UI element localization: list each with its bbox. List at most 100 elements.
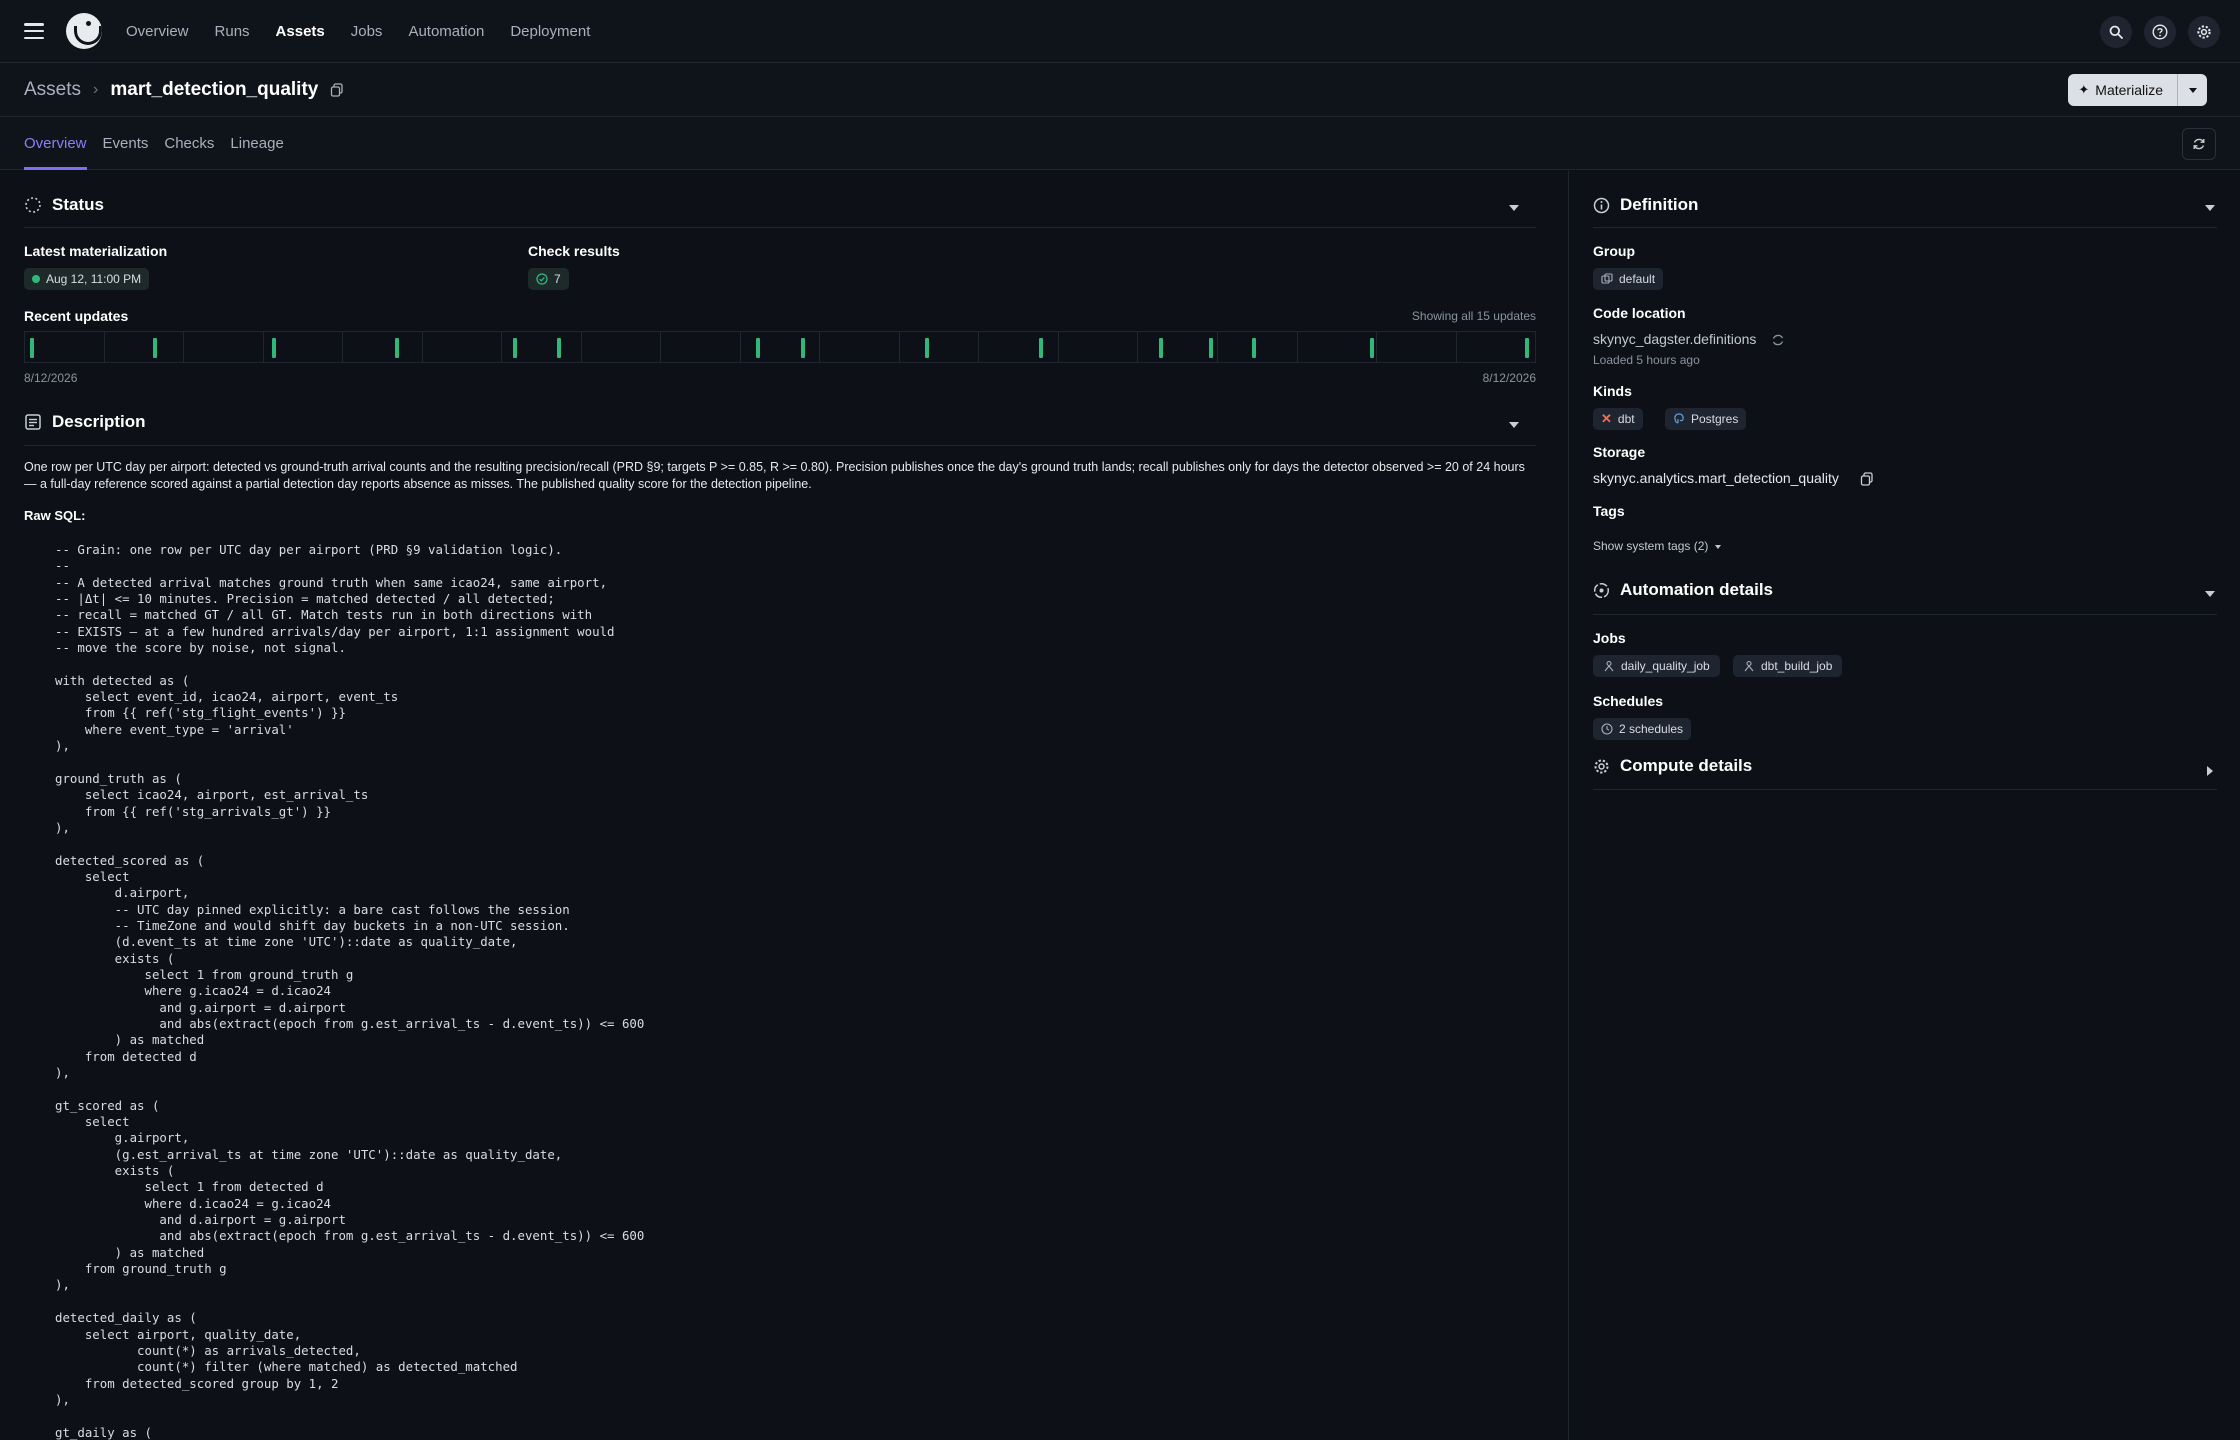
divider [1593, 227, 2217, 228]
timeline-cell [105, 332, 185, 362]
timeline-cell [1377, 332, 1457, 362]
nav-deployment[interactable]: Deployment [510, 23, 590, 40]
refresh-icon[interactable] [2182, 128, 2216, 160]
automation-section-header[interactable]: Automation details [1593, 580, 1773, 600]
update-tick[interactable] [924, 338, 929, 358]
description-title: Description [52, 412, 146, 431]
update-tick[interactable] [395, 338, 400, 358]
check-results-badge[interactable]: 7 [528, 268, 569, 290]
search-icon[interactable] [2100, 16, 2132, 48]
chevron-down-icon[interactable] [2205, 205, 2215, 211]
timeline-cell [900, 332, 980, 362]
update-tick[interactable] [152, 338, 157, 358]
latest-materialization-badge[interactable]: Aug 12, 11:00 PM [24, 268, 150, 290]
check-circle-icon [536, 273, 548, 285]
materialize-button[interactable]: ✦ Materialize [2068, 74, 2177, 106]
nav-runs[interactable]: Runs [215, 23, 250, 40]
timeline-cell [661, 332, 761, 362]
copy-icon[interactable] [1860, 472, 1874, 486]
showing-updates-text: Showing all 15 updates [1411, 309, 1536, 323]
recent-updates-label: Recent updates [24, 308, 129, 324]
nav-overview[interactable]: Overview [126, 23, 189, 40]
raw-sql-code: -- Grain: one row per UTC day per airpor… [55, 542, 645, 1440]
show-system-tags-text: Show system tags (2) [1593, 539, 1709, 553]
storage-label: Storage [1593, 444, 1646, 460]
nav-jobs[interactable]: Jobs [351, 23, 383, 40]
tab-overview[interactable]: Overview [24, 117, 87, 170]
nav-assets[interactable]: Assets [276, 23, 325, 40]
description-section-header[interactable]: Description [24, 412, 146, 432]
automation-title: Automation details [1620, 580, 1774, 599]
settings-gear-icon[interactable] [2188, 16, 2220, 48]
help-icon[interactable] [2144, 16, 2176, 48]
timeline-cell [820, 332, 900, 362]
update-tick[interactable] [1369, 338, 1374, 358]
top-navigation: Overview Runs Assets Jobs Automation Dep… [0, 0, 2240, 63]
update-tick[interactable] [1209, 338, 1214, 358]
nav-automation[interactable]: Automation [408, 23, 484, 40]
definition-title: Definition [1620, 195, 1699, 214]
divider [24, 227, 1536, 228]
menu-icon[interactable] [24, 23, 44, 39]
tab-lineage[interactable]: Lineage [230, 117, 283, 170]
main-content: Status Latest materialization Aug 12, 11… [0, 171, 1568, 1440]
definition-section-header[interactable]: Definition [1593, 195, 1698, 215]
timeline-cell [741, 332, 821, 362]
reload-icon[interactable] [1771, 333, 1785, 347]
jobs-label: Jobs [1593, 630, 1626, 646]
dagster-logo[interactable] [66, 13, 102, 49]
timeline-cell [979, 332, 1059, 362]
chevron-down-icon[interactable] [1509, 205, 1519, 211]
divider [24, 445, 1536, 446]
kind-tag-postgres[interactable]: Postgres [1665, 408, 1747, 430]
update-tick[interactable] [557, 338, 562, 358]
timeline-cell [184, 332, 264, 362]
schedules-tag[interactable]: 2 schedules [1593, 718, 1692, 740]
description-text: One row per UTC day per airport: detecte… [24, 460, 1525, 491]
job-daily-quality: daily_quality_job [1621, 659, 1710, 673]
loaded-time: Loaded 5 hours ago [1593, 353, 1700, 367]
chevron-down-icon[interactable] [1509, 422, 1519, 428]
copy-icon[interactable] [330, 82, 344, 97]
dbt-icon: ✕ [1601, 411, 1612, 426]
definition-sidebar: Definition Group default Code location s… [1568, 171, 2240, 1440]
latest-materialization-value: Aug 12, 11:00 PM [46, 272, 142, 286]
update-tick[interactable] [1524, 338, 1529, 358]
update-tick[interactable] [30, 338, 34, 358]
update-tick[interactable] [1251, 338, 1256, 358]
tab-checks[interactable]: Checks [164, 117, 214, 170]
tab-events[interactable]: Events [103, 117, 149, 170]
raw-sql-label: Raw SQL: [24, 508, 86, 523]
group-value: default [1619, 272, 1656, 286]
materialize-dropdown-button[interactable] [2177, 74, 2207, 106]
nav-links: Overview Runs Assets Jobs Automation Dep… [126, 23, 590, 40]
compute-section-header[interactable]: Compute details [1593, 756, 1752, 776]
postgres-icon [1674, 413, 1684, 424]
status-loading-icon [25, 197, 41, 213]
recent-updates-timeline [24, 331, 1536, 363]
job-icon [1604, 660, 1614, 672]
status-section-header[interactable]: Status [24, 195, 104, 215]
info-icon [1593, 197, 1610, 213]
job-tag-dbt-build[interactable]: dbt_build_job [1733, 655, 1843, 677]
chevron-right-icon[interactable] [2207, 766, 2213, 776]
timeline-cell [1218, 332, 1298, 362]
materialize-label: Materialize [2095, 82, 2163, 98]
clock-icon [1601, 723, 1613, 735]
kind-tag-dbt[interactable]: ✕ dbt [1593, 408, 1643, 430]
show-system-tags-toggle[interactable]: Show system tags (2) [1593, 539, 1721, 553]
tags-label: Tags [1593, 503, 1625, 519]
chevron-down-icon [1714, 544, 1721, 549]
job-tag-daily-quality[interactable]: daily_quality_job [1593, 655, 1720, 677]
timeline-cell [264, 332, 344, 362]
code-location-link[interactable]: skynyc_dagster.definitions [1593, 331, 1756, 347]
compute-title: Compute details [1620, 756, 1753, 775]
update-tick[interactable] [1039, 338, 1044, 358]
group-tag[interactable]: default [1593, 268, 1664, 290]
chevron-down-icon[interactable] [2205, 591, 2215, 597]
update-tick[interactable] [271, 338, 276, 358]
top-icons [2100, 16, 2220, 48]
breadcrumb-assets[interactable]: Assets [24, 79, 81, 101]
update-tick[interactable] [800, 338, 805, 358]
schedules-label: Schedules [1593, 693, 1664, 709]
